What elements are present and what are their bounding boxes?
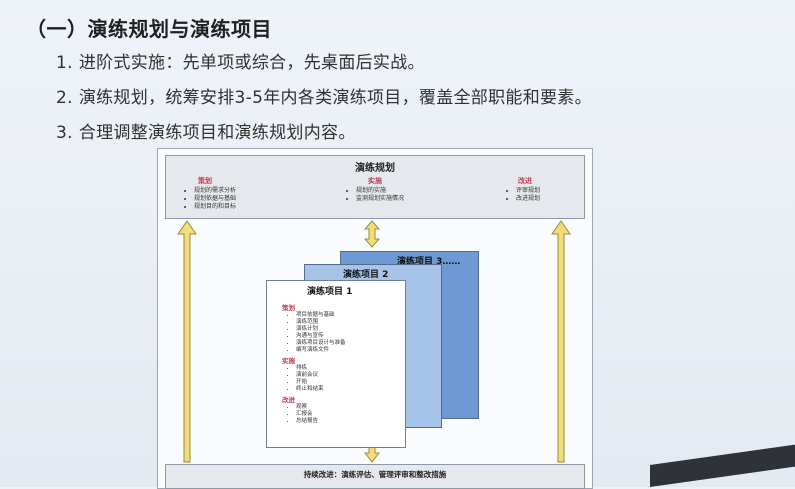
project-item: 演前会议: [296, 372, 346, 379]
continuous-improvement-label: 持续改进：演练评估、管理评审和整改措施: [303, 470, 447, 479]
decorative-stripe: [650, 444, 795, 487]
plan-title: 演练规划: [355, 163, 395, 174]
plan-column-improvement: 改进 评审规划 改进规划: [506, 176, 540, 203]
project-item: 演练计划: [296, 326, 346, 333]
project-item: 演练项目设计与准备: [296, 340, 346, 347]
project-item: 项目依据与基础: [296, 312, 346, 319]
project-section-head: 策划: [282, 304, 295, 312]
double-arrow-icon: [364, 220, 380, 248]
bullet-text: 演练规划，统筹安排3-5年内各类演练项目，覆盖全部职能和要素。: [78, 88, 592, 108]
plan-item: 监测规划实施情况: [356, 195, 404, 203]
bullet-number: 3.: [56, 123, 73, 143]
plan-box: 演练规划 策划 规划的需求分析 规划依据与基础 规划目的和目标 实施 规划的实施…: [165, 155, 585, 219]
plan-item: 规划依据与基础: [194, 195, 236, 203]
plan-column-implementation: 实施 规划的实施 监测规划实施情况: [346, 176, 404, 203]
page-title: （一）演练规划与演练项目: [26, 17, 272, 41]
project-item: 编写演练文件: [296, 347, 346, 354]
bullet-point-2: 2. 演练规划，统筹安排3-5年内各类演练项目，覆盖全部职能和要素。: [56, 83, 592, 108]
right-up-arrow-icon: [551, 220, 571, 463]
plan-item: 规划的实施: [356, 187, 404, 195]
left-up-arrow-icon: [177, 220, 197, 463]
bullet-number: 1.: [56, 53, 73, 73]
project-title: 演练项目 2: [343, 270, 389, 280]
plan-item: 规划的需求分析: [194, 187, 236, 195]
plan-item: 评审规划: [516, 187, 540, 195]
bullet-text: 进阶式实施：先单项或综合，先桌面后实战。: [78, 53, 425, 73]
project-item: 开始: [296, 379, 346, 386]
plan-column-planning: 策划 规划的需求分析 规划依据与基础 规划目的和目标: [184, 176, 236, 211]
project-details: 策划 项目依据与基础 演练范围 演练计划 沟通与宣传 演练项目设计与准备 编写演…: [282, 301, 346, 425]
project-title: 演练项目 1: [307, 287, 353, 297]
project-item: 排练: [296, 365, 346, 372]
bullet-point-3: 3. 合理调整演练项目和演练规划内容。: [56, 118, 356, 143]
bullet-text: 合理调整演练项目和演练规划内容。: [78, 123, 356, 143]
plan-column-head: 改进: [518, 177, 532, 185]
project-item: 总结报告: [296, 418, 346, 425]
bullet-point-1: 1. 进阶式实施：先单项或综合，先桌面后实战。: [56, 48, 425, 73]
project-item: 终止和结束: [296, 386, 346, 393]
plan-column-head: 实施: [368, 177, 382, 185]
project-item: 观察: [296, 404, 346, 411]
project-section-head: 改进: [282, 396, 295, 404]
project-item: 演练范围: [296, 319, 346, 326]
plan-column-head: 策划: [198, 177, 212, 185]
continuous-improvement-bar: 持续改进：演练评估、管理评审和整改措施: [165, 464, 585, 489]
project-section-head: 实施: [282, 357, 295, 365]
bullet-number: 2.: [56, 88, 73, 108]
plan-item: 改进规划: [516, 195, 540, 203]
plan-item: 规划目的和目标: [194, 203, 236, 211]
project-card-1: 演练项目 1 策划 项目依据与基础 演练范围 演练计划 沟通与宣传 演练项目设计…: [266, 280, 406, 448]
project-item: 汇报会: [296, 411, 346, 418]
project-item: 沟通与宣传: [296, 333, 346, 340]
